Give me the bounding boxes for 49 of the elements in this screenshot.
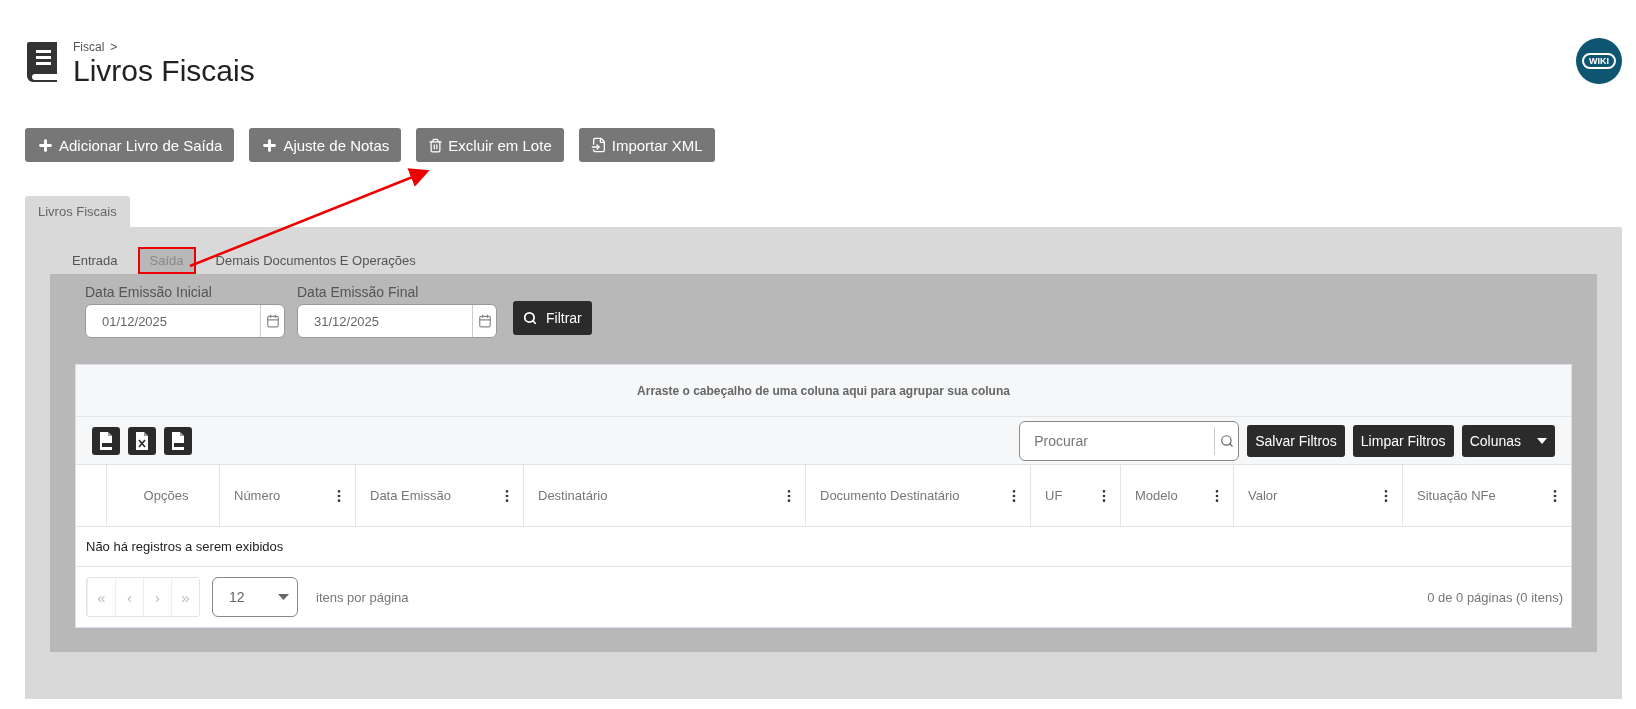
date-field[interactable]: 31/12/2025	[297, 304, 497, 338]
column-header[interactable]: Valor	[1248, 488, 1278, 503]
trash-icon	[428, 137, 444, 153]
search-icon	[523, 311, 537, 325]
tab[interactable]: Entrada	[60, 247, 130, 274]
page-size-label: itens por página	[316, 589, 409, 605]
page-size-select[interactable]: 12	[212, 577, 298, 617]
action-button[interactable]: Importar XML	[578, 128, 715, 162]
plus-icon	[261, 136, 279, 154]
action-button[interactable]: Ajuste de Notas	[249, 128, 402, 162]
export-button[interactable]	[92, 426, 120, 455]
calendar-icon[interactable]	[477, 314, 492, 328]
column-header[interactable]: Destinatário	[538, 488, 608, 503]
toolbar-button[interactable]: Colunas	[1461, 424, 1555, 457]
field-label: Data Emissão Final	[297, 284, 420, 300]
file-import-icon	[590, 137, 607, 153]
search-icon[interactable]	[1219, 433, 1234, 448]
column-header[interactable]: UF	[1045, 488, 1063, 503]
field-label: Data Emissão Inicial	[85, 284, 213, 300]
export-button[interactable]	[164, 426, 192, 455]
date-input[interactable]: 31/12/2025	[298, 312, 472, 330]
date-field[interactable]: 01/12/2025	[85, 304, 285, 338]
action-button[interactable]: Excluir em Lote	[416, 128, 564, 162]
calendar-icon[interactable]	[265, 314, 280, 328]
breadcrumb-separator: >	[110, 40, 118, 54]
toolbar-button[interactable]: Salvar Filtros	[1247, 424, 1345, 457]
column-header[interactable]: Modelo	[1135, 488, 1178, 503]
caret-icon	[278, 594, 289, 600]
date-input[interactable]: 01/12/2025	[86, 312, 260, 330]
search-field[interactable]: Procurar	[1019, 420, 1240, 461]
empty-message: Não há registros a serem exibidos	[76, 527, 1571, 567]
pager-summary: 0 de 0 páginas (0 itens)	[1427, 589, 1563, 605]
column-header[interactable]: Situação NFe	[1417, 488, 1496, 503]
breadcrumb-link[interactable]: Fiscal	[73, 40, 105, 54]
column-header[interactable]: Documento Destinatário	[820, 488, 960, 503]
action-button[interactable]: Adicionar Livro de Saída	[25, 128, 235, 162]
export-button[interactable]	[128, 426, 156, 455]
filter-button[interactable]: Filtrar	[513, 301, 592, 335]
tab[interactable]: Livros Fiscais	[25, 196, 130, 227]
column-header[interactable]: Opções	[143, 488, 189, 503]
plus-icon	[37, 136, 54, 154]
group-hint: Arraste o cabeçalho de uma coluna aqui para agrupar sua coluna	[76, 365, 1571, 417]
wiki-badge[interactable]: WIKI	[1576, 38, 1622, 84]
column-header[interactable]: Data Emissão	[370, 488, 451, 503]
tab[interactable]: Demais Documentos E Operações	[203, 247, 428, 274]
column-header[interactable]: Número	[234, 488, 281, 503]
page-title: Livros Fiscais	[73, 54, 255, 88]
toolbar-button[interactable]: Limpar Filtros	[1352, 424, 1454, 457]
spreadsheet-file-icon	[135, 431, 149, 450]
